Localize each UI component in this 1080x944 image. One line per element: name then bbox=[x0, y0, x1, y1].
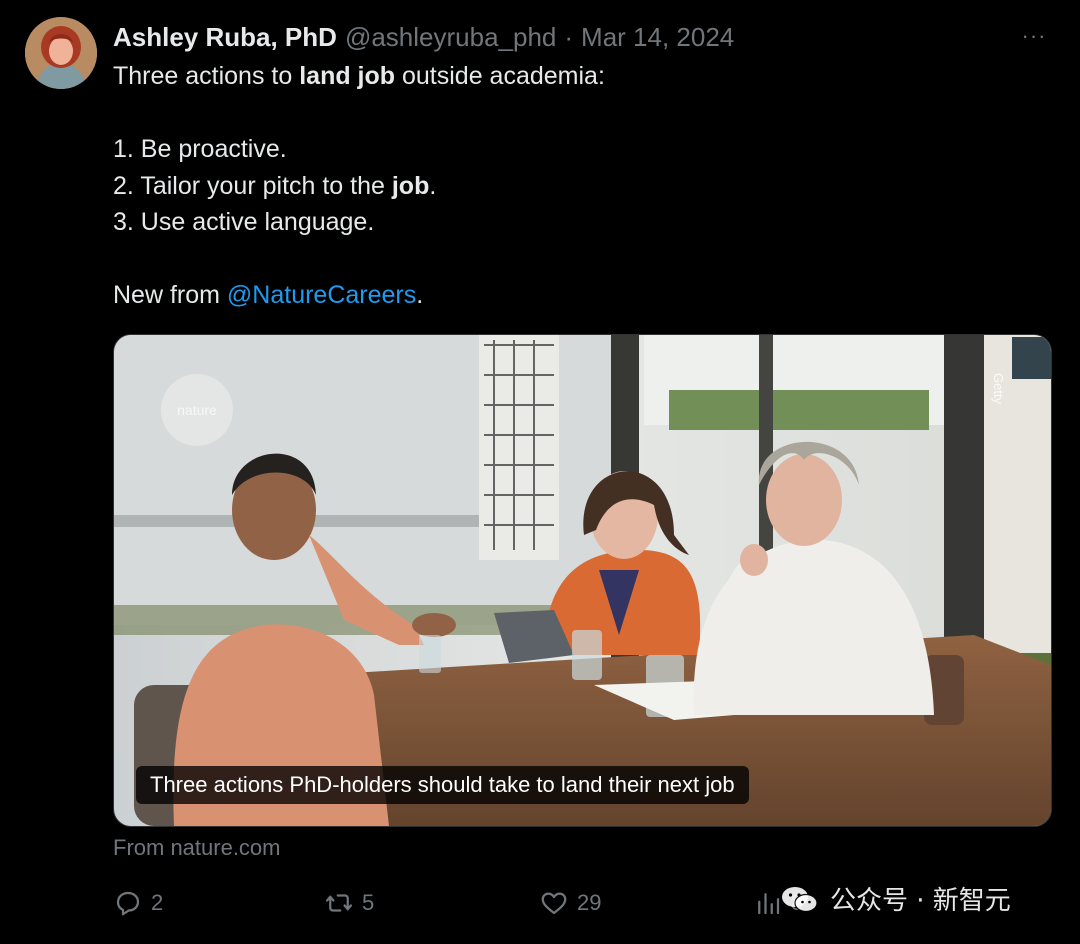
text-segment: outside academia: bbox=[395, 62, 605, 90]
tweet-text: Three actions to land job outside academ… bbox=[113, 58, 605, 314]
avatar-image bbox=[25, 17, 97, 89]
author-handle[interactable]: @ashleyruba_phd bbox=[345, 22, 556, 53]
meeting-photo: nature Getty bbox=[114, 335, 1051, 826]
list-item-3: 3. Use active language. bbox=[113, 208, 375, 236]
heart-icon bbox=[541, 892, 567, 915]
wechat-icon bbox=[782, 886, 818, 912]
views-icon bbox=[758, 893, 780, 915]
author-name[interactable]: Ashley Ruba, PhD bbox=[113, 22, 337, 53]
list-item-1: 1. Be proactive. bbox=[113, 135, 287, 163]
watermark-text: 公众号 · 新智元 bbox=[830, 886, 1011, 916]
text-segment: Three actions to bbox=[113, 62, 300, 90]
link-source[interactable]: From nature.com bbox=[113, 835, 281, 861]
repost-icon bbox=[326, 894, 352, 912]
tweet: Ashley Ruba, PhD @ashleyruba_phd · Mar 1… bbox=[0, 0, 1080, 944]
tweet-text-footer: New from @NatureCareers. bbox=[113, 277, 605, 314]
text-segment: . bbox=[429, 171, 437, 200]
header-separator: · bbox=[564, 21, 574, 52]
wechat-watermark: 公众号 · 新智元 bbox=[780, 880, 1011, 917]
tweet-date[interactable]: Mar 14, 2024 bbox=[581, 22, 734, 53]
like-button[interactable]: 29 bbox=[539, 888, 601, 918]
reply-count: 2 bbox=[151, 890, 164, 915]
text-segment: New from bbox=[113, 281, 227, 309]
text-segment: . bbox=[416, 281, 424, 309]
avatar[interactable] bbox=[25, 17, 97, 89]
text-bold-segment: land job bbox=[299, 62, 396, 90]
repost-button[interactable]: 5 bbox=[324, 888, 374, 918]
tweet-text-line-1: Three actions to land job outside academ… bbox=[113, 58, 605, 95]
repost-count: 5 bbox=[362, 890, 375, 915]
mention-link[interactable]: @NatureCareers bbox=[227, 281, 416, 309]
reply-icon bbox=[116, 891, 140, 916]
text-segment: 2. Tailor your pitch to the bbox=[113, 171, 392, 200]
link-card-image[interactable]: nature Getty Three actions PhD-holders s… bbox=[113, 334, 1052, 827]
list-item-2: 2. Tailor your pitch to the job. bbox=[113, 168, 605, 205]
media-caption: Three actions PhD-holders should take to… bbox=[136, 766, 749, 804]
more-options-icon[interactable]: ··· bbox=[1018, 23, 1050, 48]
tweet-header: Ashley Ruba, PhD @ashleyruba_phd · Mar 1… bbox=[113, 20, 734, 54]
text-bold-segment: job bbox=[391, 171, 430, 200]
like-count: 29 bbox=[577, 890, 602, 915]
reply-button[interactable]: 2 bbox=[113, 888, 163, 918]
